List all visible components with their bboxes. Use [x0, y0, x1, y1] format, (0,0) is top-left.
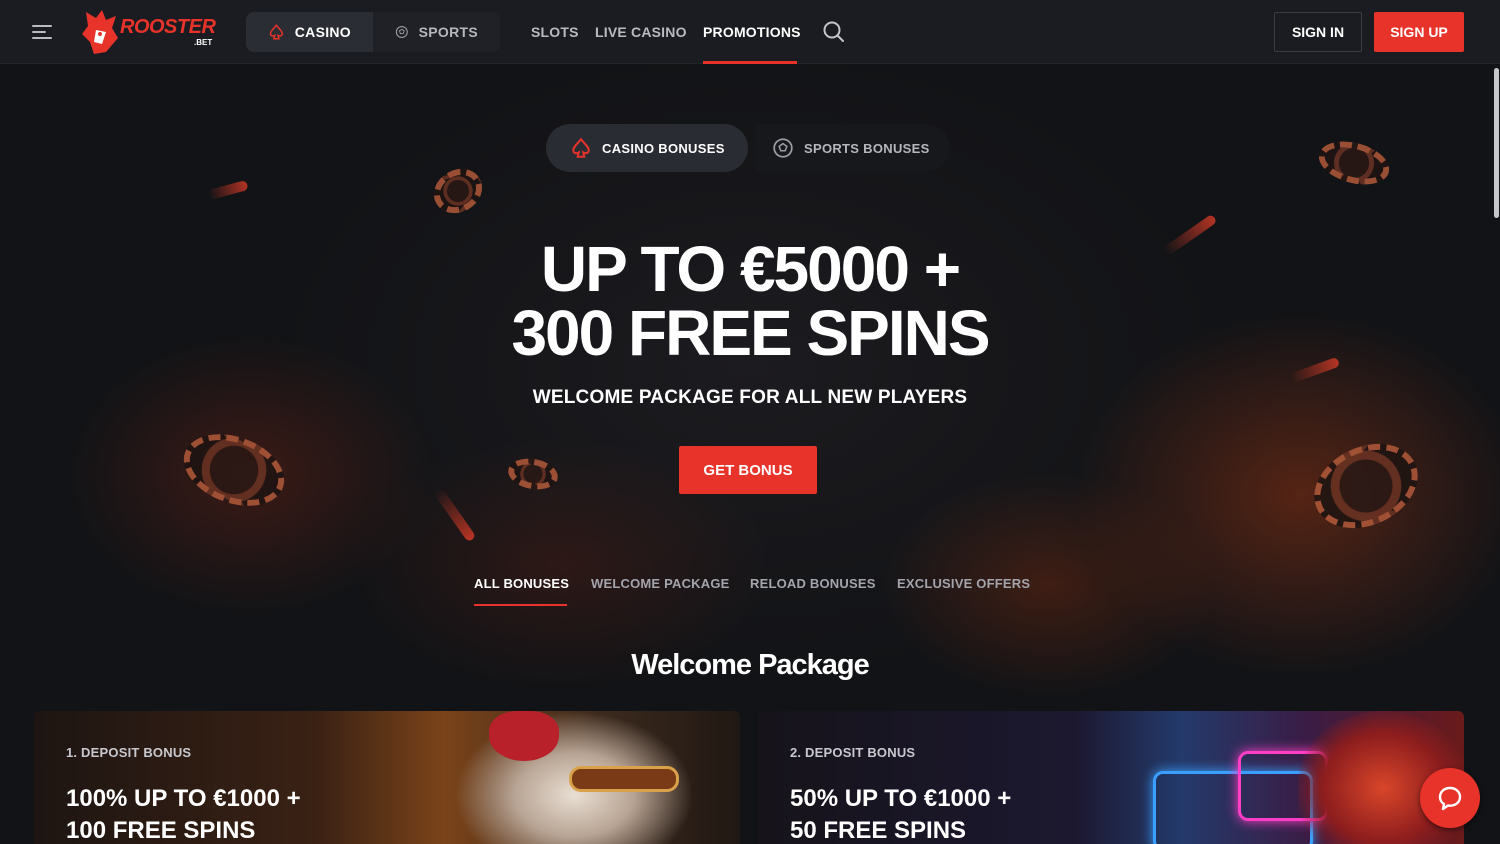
top-navigation-bar: ROOSTER .BET CASINO SPORTS SLOTS LIVE CA… [0, 0, 1500, 64]
spade-icon [269, 24, 283, 40]
filter-all-bonuses[interactable]: ALL BONUSES [474, 576, 569, 591]
logo-wordmark: ROOSTER [120, 16, 216, 38]
nav-promotions[interactable]: PROMOTIONS [703, 24, 801, 40]
filter-exclusive-offers[interactable]: EXCLUSIVE OFFERS [897, 576, 1030, 591]
card-title-line-1: 50% UP TO €1000 + [790, 785, 1012, 812]
card-title: 100% UP TO €1000 + 100 FREE SPINS [66, 783, 396, 844]
sign-up-button[interactable]: SIGN UP [1374, 12, 1464, 52]
soccer-ball-icon [773, 138, 793, 158]
casino-bonuses-label: CASINO BONUSES [602, 140, 725, 156]
menu-icon[interactable] [32, 22, 54, 42]
tab-casino-label: CASINO [294, 24, 351, 40]
rooster-head-icon [82, 10, 118, 54]
search-icon[interactable] [822, 20, 846, 44]
tab-sports-label: SPORTS [418, 24, 478, 40]
headline-line-2: 300 FREE SPINS [511, 297, 990, 369]
card-title-line-1: 100% UP TO €1000 + [66, 785, 301, 812]
casino-chip-decoration [425, 160, 491, 222]
hero-subheadline: WELCOME PACKAGE FOR ALL NEW PLAYERS [532, 387, 968, 408]
sign-in-button[interactable]: SIGN IN [1274, 12, 1362, 52]
card-title: 50% UP TO €1000 + 50 FREE SPINS [790, 783, 1120, 844]
chat-bubble-icon[interactable] [1420, 768, 1480, 828]
logo-domain: .BET [194, 38, 213, 47]
card-title-line-2: 100 FREE SPINS [66, 817, 256, 844]
comb-decoration [489, 711, 559, 761]
active-filter-indicator [474, 604, 567, 606]
section-title: Welcome Package [631, 649, 870, 681]
promotions-hero: CASINO BONUSES SPORTS BONUSES UP TO €500… [0, 65, 1500, 844]
active-nav-indicator [703, 61, 797, 64]
filter-reload-bonuses[interactable]: RELOAD BONUSES [750, 576, 876, 591]
page-scrollbar[interactable] [1494, 68, 1499, 218]
sports-bonuses-label: SPORTS BONUSES [804, 140, 930, 156]
bonus-card[interactable]: 1. DEPOSIT BONUS 100% UP TO €1000 + 100 … [34, 711, 740, 844]
soccer-ball-icon [395, 26, 408, 38]
casino-chip-decoration [173, 421, 295, 519]
casino-chip-decoration [505, 454, 561, 494]
casino-bonuses-tab[interactable]: CASINO BONUSES [546, 124, 748, 172]
hero-headline: UP TO €5000 + 300 FREE SPINS [0, 237, 1500, 365]
spade-icon [572, 137, 590, 158]
casino-chip-decoration [1300, 427, 1432, 545]
sunglasses-decoration [569, 766, 679, 792]
headline-line-1: UP TO €5000 + [540, 233, 961, 305]
rooster-bet-logo[interactable]: ROOSTER .BET [80, 8, 220, 56]
card-step-label: 2. DEPOSIT BONUS [790, 745, 916, 760]
bonus-type-switch: CASINO BONUSES SPORTS BONUSES [546, 124, 950, 172]
tab-sports[interactable]: SPORTS [373, 12, 500, 52]
card-title-line-2: 50 FREE SPINS [790, 817, 967, 844]
ember-decoration [433, 487, 477, 543]
bonus-card[interactable]: 2. DEPOSIT BONUS 50% UP TO €1000 + 50 FR… [758, 711, 1464, 844]
tab-casino[interactable]: CASINO [246, 12, 373, 52]
filter-welcome-package[interactable]: WELCOME PACKAGE [591, 576, 730, 591]
get-bonus-button[interactable]: GET BONUS [679, 446, 817, 494]
card-step-label: 1. DEPOSIT BONUS [66, 745, 192, 760]
nav-live-casino[interactable]: LIVE CASINO [595, 24, 687, 40]
sports-bonuses-tab[interactable]: SPORTS BONUSES [756, 124, 950, 172]
ember-decoration [207, 179, 249, 201]
nav-slots[interactable]: SLOTS [531, 24, 579, 40]
casino-chip-decoration [1314, 134, 1394, 192]
